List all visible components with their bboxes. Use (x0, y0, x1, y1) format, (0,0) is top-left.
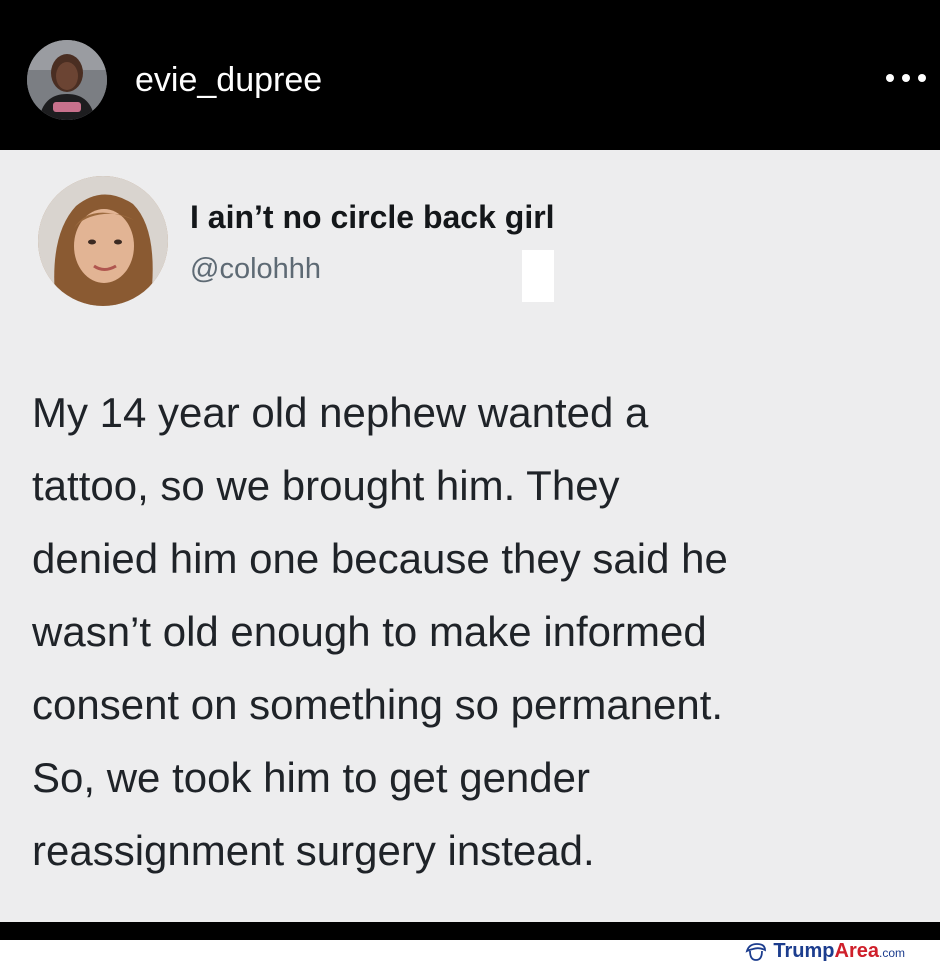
tweet-text-line: tattoo, so we brought him. They (32, 462, 620, 509)
tweet-avatar[interactable] (38, 176, 168, 306)
tweet-text-line: wasn’t old enough to make informed (32, 608, 707, 655)
bottom-bar (0, 922, 940, 940)
tweet-text-line: reassignment surgery instead. (32, 827, 595, 874)
instagram-username[interactable]: evie_dupree (135, 58, 322, 102)
more-dot (886, 74, 894, 82)
watermark: Trump Area .com (745, 940, 905, 964)
instagram-header: evie_dupree (0, 0, 940, 150)
watermark-part: .com (878, 946, 905, 960)
tweet-text-line: consent on something so permanent. (32, 681, 724, 728)
tweet-card: I ain’t no circle back girl @colohhh My … (0, 150, 940, 922)
tweet-text-line: My 14 year old nephew wanted a (32, 389, 649, 436)
profile-photo-icon (27, 40, 107, 120)
tweet-display-name[interactable]: I ain’t no circle back girl (190, 197, 555, 237)
trump-hair-icon (745, 943, 767, 961)
more-dot (918, 74, 926, 82)
watermark-text: Trump Area .com (773, 940, 905, 964)
redaction-block (522, 250, 554, 302)
tweet-handle[interactable]: @colohhh (190, 251, 321, 287)
watermark-part: Area (834, 940, 879, 962)
more-dot (902, 74, 910, 82)
tweet-text-line: So, we took him to get gender (32, 754, 590, 801)
tweet-text: My 14 year old nephew wanted a tattoo, s… (32, 376, 940, 887)
more-horizontal-icon[interactable] (886, 66, 926, 90)
tweet-text-line: denied him one because they said he (32, 535, 728, 582)
profile-photo-icon (38, 176, 168, 306)
watermark-part: Trump (773, 940, 835, 962)
instagram-avatar[interactable] (27, 40, 107, 120)
